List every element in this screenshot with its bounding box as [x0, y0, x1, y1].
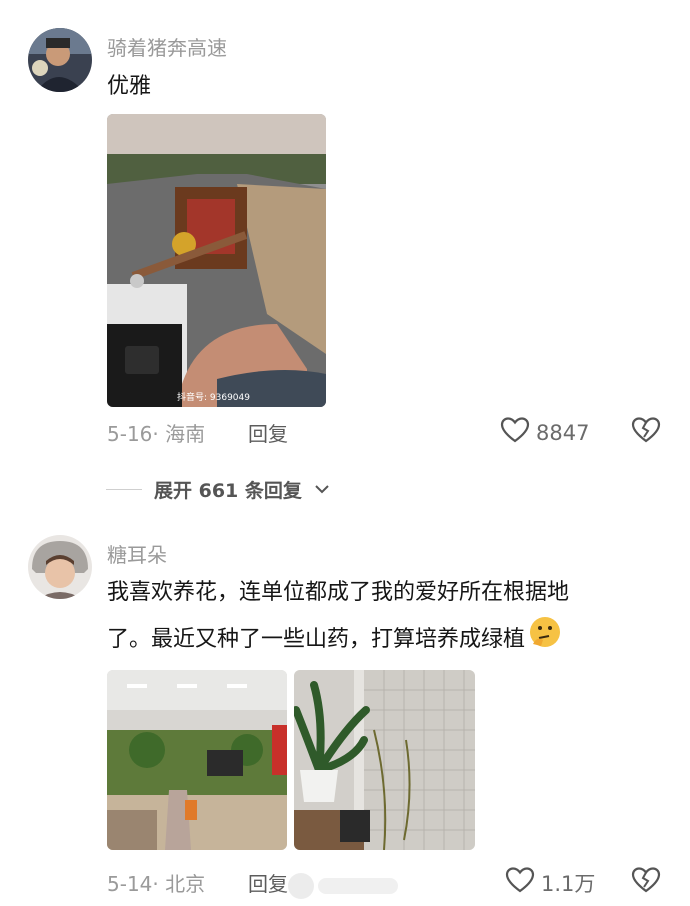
heart-outline-icon — [505, 866, 535, 899]
like-button[interactable]: 8847 — [500, 416, 589, 449]
comment-text: 了。最近又种了一些山药，打算培养成绿植 — [107, 614, 563, 665]
broken-heart-icon — [631, 867, 661, 898]
date-location: 5-14· 北京 — [107, 872, 206, 896]
dislike-button[interactable] — [631, 866, 661, 896]
heart-outline-icon — [500, 416, 530, 449]
comment-photo[interactable] — [294, 670, 475, 850]
like-count: 8847 — [536, 420, 590, 445]
comment-photo[interactable] — [107, 670, 287, 850]
like-count: 1.1万 — [541, 871, 596, 896]
comment-photo[interactable]: 抖音号: 9369049 — [107, 114, 326, 407]
divider — [106, 489, 142, 490]
reply-button[interactable]: 回复 — [248, 418, 288, 447]
reply-button[interactable]: 回复 — [248, 868, 288, 897]
date-location: 5-16· 海南 — [107, 422, 206, 446]
chevron-down-icon — [314, 480, 330, 499]
page-watermark — [288, 872, 404, 900]
comment-item: 糖耳朵 我喜欢养花，连单位都成了我的爱好所在根据地 了。最近又种了一些山药，打算… — [0, 520, 690, 906]
comment-text: 我喜欢养花，连单位都成了我的爱好所在根据地 — [107, 580, 570, 605]
expand-replies-label: 展开 661 条回复 — [154, 480, 302, 502]
comment-text: 优雅 — [107, 74, 152, 99]
photo-watermark: 抖音号: 9369049 — [177, 393, 250, 403]
username[interactable]: 糖耳朵 — [107, 539, 167, 568]
comment-item: 骑着猪奔高速 优雅 抖音号: 9369049 5-16· 海南 回复 8847 — [0, 0, 690, 460]
dislike-button[interactable] — [631, 416, 661, 446]
comment-text-line: 了。最近又种了一些山药，打算培养成绿植 — [107, 626, 526, 652]
broken-heart-icon — [631, 417, 661, 448]
thinking-face-icon — [527, 614, 563, 665]
like-button[interactable]: 1.1万 — [505, 866, 595, 899]
expand-replies[interactable]: 展开 661 条回复 — [106, 476, 330, 503]
avatar[interactable] — [28, 535, 92, 599]
username[interactable]: 骑着猪奔高速 — [107, 32, 227, 61]
avatar[interactable] — [28, 28, 92, 92]
